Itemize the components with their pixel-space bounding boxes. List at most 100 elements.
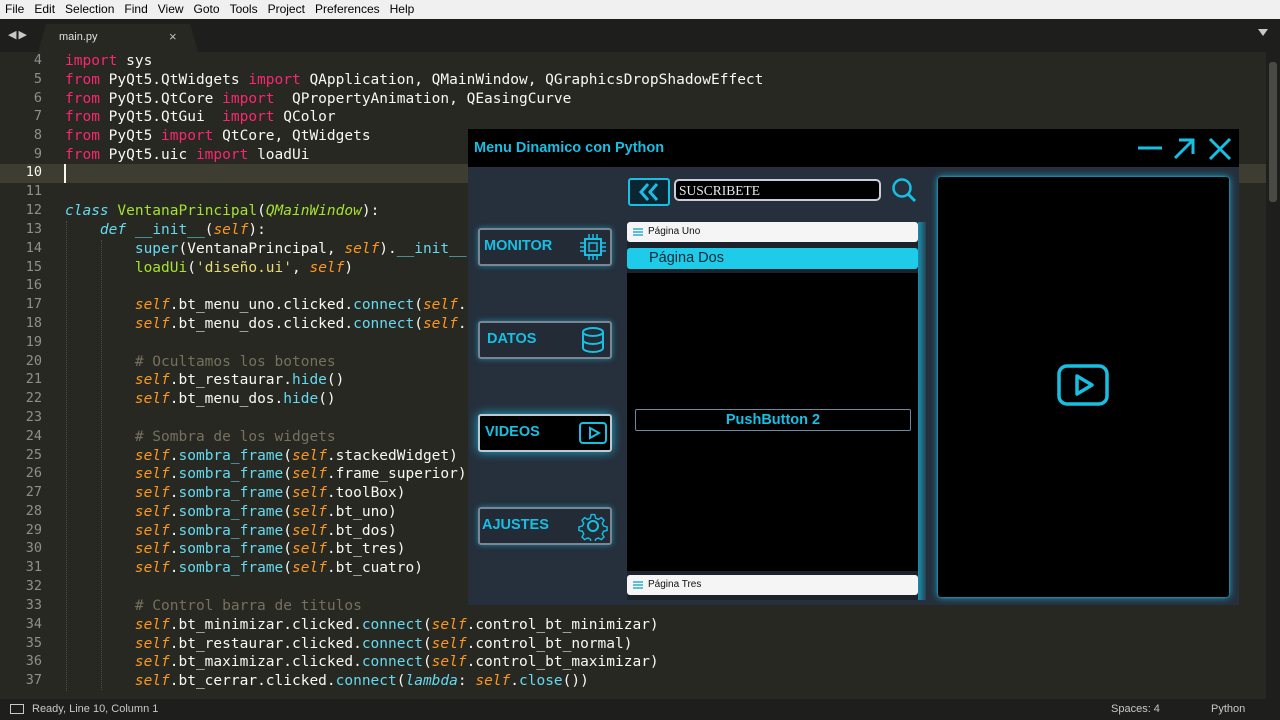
toolbox-page-tres[interactable]: Página Tres — [627, 575, 918, 595]
line-number: 36 — [25, 653, 42, 669]
line-number: 13 — [25, 221, 42, 237]
tab-label: main.py — [59, 31, 98, 43]
line-number: 22 — [25, 390, 42, 406]
line-number: 5 — [33, 71, 42, 87]
menu-edit[interactable]: Edit — [29, 0, 60, 19]
code-line: self.bt_menu_dos.hide() — [134, 391, 336, 407]
close-icon[interactable] — [1205, 134, 1235, 164]
list-icon — [633, 581, 643, 589]
double-chevron-left-icon — [639, 183, 659, 201]
code-line: from PyQt5.QtCore import QPropertyAnimat… — [65, 91, 572, 107]
app-window: Menu Dinamico con Python MONITOR DATOS V… — [468, 129, 1239, 605]
tab-bar: ◀▶ main.py × — [0, 19, 1280, 52]
cpu-icon — [580, 234, 606, 260]
line-number: 19 — [25, 334, 42, 350]
menu-goto[interactable]: Goto — [189, 0, 225, 19]
line-number: 35 — [25, 635, 42, 651]
videos-button[interactable]: VIDEOS — [478, 414, 612, 452]
line-number: 6 — [33, 90, 42, 106]
collapse-menu-button[interactable] — [628, 178, 670, 206]
syntax-setting[interactable]: Python — [1211, 703, 1245, 715]
code-line: super(VentanaPrincipal, self).__init__ — [134, 241, 467, 257]
menu-bar: File Edit Selection Find View Goto Tools Projec… — [0, 0, 1280, 19]
app-title: Menu Dinamico con Python — [474, 140, 665, 156]
code-line: self.bt_cerrar.clicked.connect(lambda: s… — [134, 673, 589, 689]
line-number: 9 — [33, 146, 42, 162]
code-line: self.sombra_frame(self.bt_dos) — [134, 523, 397, 539]
line-number: 34 — [25, 616, 42, 632]
scrollbar-thumb[interactable] — [1269, 62, 1277, 202]
monitor-label: MONITOR — [484, 238, 553, 254]
panel-toggle-icon[interactable] — [10, 704, 24, 715]
menu-preferences[interactable]: Preferences — [310, 0, 385, 19]
code-line: self.sombra_frame(self.bt_tres) — [134, 541, 406, 557]
line-number: 14 — [25, 240, 42, 256]
toolbox-page-tres-label: Página Tres — [648, 579, 702, 590]
code-line: from PyQt5 import QtCore, QtWidgets — [65, 128, 371, 144]
indentation-setting[interactable]: Spaces: 4 — [1111, 703, 1160, 715]
menu-tools[interactable]: Tools — [225, 0, 263, 19]
toolbox-page-uno[interactable]: Página Uno — [627, 222, 918, 242]
code-line: import sys — [65, 53, 153, 69]
line-number: 17 — [25, 296, 42, 312]
code-line: self.sombra_frame(self.bt_uno) — [134, 504, 397, 520]
menu-find[interactable]: Find — [119, 0, 152, 19]
line-number: 20 — [25, 353, 42, 369]
code-line: self.bt_maximizar.clicked.connect(self.c… — [134, 654, 659, 670]
app-title-bar[interactable]: Menu Dinamico con Python — [468, 129, 1239, 167]
toolbox-page-dos[interactable]: Página Dos — [627, 248, 918, 269]
line-number: 27 — [25, 484, 42, 500]
monitor-button[interactable]: MONITOR — [478, 228, 612, 266]
code-line: # Ocultamos los botones — [134, 354, 336, 370]
code-line: class VentanaPrincipal(QMainWindow): — [65, 203, 380, 219]
video-play-icon[interactable] — [1056, 363, 1110, 407]
toolbox-page-uno-label: Página Uno — [648, 226, 701, 237]
tab-close-icon[interactable]: × — [169, 29, 177, 44]
stacked-widget — [938, 177, 1229, 597]
line-number: 25 — [25, 447, 42, 463]
code-line: def __init__(self): — [99, 222, 266, 238]
menu-selection[interactable]: Selection — [60, 0, 119, 19]
line-number: 7 — [33, 108, 42, 124]
menu-view[interactable]: View — [153, 0, 189, 19]
toolbox-glow — [918, 222, 926, 600]
toolbox-page-dos-content: PushButton 2 — [627, 273, 918, 571]
search-icon[interactable] — [890, 176, 918, 204]
line-number: 30 — [25, 540, 42, 556]
line-number: 33 — [25, 597, 42, 613]
tab-main-py[interactable]: main.py × — [38, 24, 198, 52]
play-icon — [579, 422, 607, 444]
line-number: 8 — [33, 127, 42, 143]
line-number: 32 — [25, 578, 42, 594]
editor-scrollbar[interactable] — [1266, 52, 1280, 699]
tab-dropdown-icon[interactable] — [1258, 29, 1268, 36]
list-icon — [633, 228, 643, 236]
menu-file[interactable]: File — [0, 0, 29, 19]
line-number: 4 — [33, 52, 42, 68]
line-number: 18 — [25, 315, 42, 331]
minimize-icon[interactable] — [1135, 134, 1165, 164]
code-line: self.bt_minimizar.clicked.connect(self.c… — [134, 617, 659, 633]
datos-button[interactable]: DATOS — [478, 321, 612, 359]
menu-help[interactable]: Help — [385, 0, 420, 19]
status-bar: Ready, Line 10, Column 1 Spaces: 4 Pytho… — [0, 699, 1280, 720]
database-icon — [582, 327, 604, 353]
line-number: 24 — [25, 428, 42, 444]
line-number: 21 — [25, 371, 42, 387]
gear-icon — [578, 513, 608, 541]
code-line: self.sombra_frame(self.stackedWidget) — [134, 448, 458, 464]
maximize-icon[interactable] — [1169, 134, 1199, 164]
code-line: # Control barra de titulos — [134, 598, 362, 614]
search-input[interactable]: SUSCRIBETE — [674, 179, 881, 201]
menu-project[interactable]: Project — [263, 0, 310, 19]
push-button-2[interactable]: PushButton 2 — [635, 409, 911, 431]
line-number: 23 — [25, 409, 42, 425]
code-line: self.bt_restaurar.clicked.connect(self.c… — [134, 636, 633, 652]
code-line: from PyQt5.QtGui import QColor — [65, 109, 336, 125]
code-line: self.bt_restaurar.hide() — [134, 372, 345, 388]
code-line: self.bt_menu_uno.clicked.connect(self. — [134, 297, 467, 313]
line-gutter: 4 5 6 7 8 9 10 11 12 13 14 15 16 17 18 19 20 21 22 23 24 25 26… — [0, 52, 50, 699]
ajustes-button[interactable]: AJUSTES — [478, 507, 612, 545]
line-number: 15 — [25, 259, 42, 275]
tab-nav-arrows[interactable]: ◀▶ — [8, 28, 29, 41]
